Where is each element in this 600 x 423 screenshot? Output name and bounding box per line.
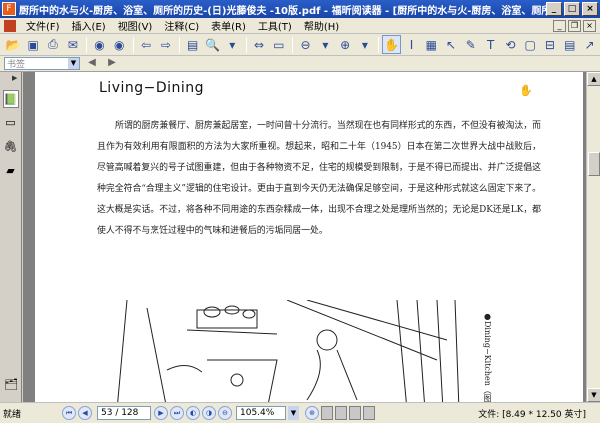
highlight-icon[interactable]: ✎ [461,35,480,54]
layers-panel-icon[interactable]: ▰ [3,162,19,180]
back-arrow-icon[interactable]: ⇦ [137,35,156,54]
expand-sidebar-icon[interactable]: ▶ [12,74,17,82]
page-forward-icon[interactable]: ◉ [110,35,129,54]
bookmarks-panel-icon[interactable]: 📗 [2,90,19,108]
page-back-icon[interactable]: ◉ [90,35,109,54]
select-text-icon[interactable]: Ⅰ [402,35,421,54]
history-back-button[interactable]: ◐ [186,406,200,420]
actual-size-icon[interactable]: ▭ [269,35,288,54]
page-number-input[interactable]: 53 / 128 [97,406,151,420]
note-icon[interactable]: ▤ [560,35,579,54]
document-view[interactable]: Living−Dining ✋ 所谓的厨房兼餐厅、厨房兼起居室，一时间曾十分流行… [23,72,586,402]
window-title: 厨所中的水与火-厨房、浴室、厕所的历史-(日)光藤俊夫 -10版.pdf - 福… [19,5,546,17]
bookmark-search-input[interactable]: 书签 ▼ [4,57,80,70]
rotate-icon[interactable]: ⟲ [501,35,520,54]
snapshot-icon[interactable]: ▦ [422,35,441,54]
scroll-up-button[interactable]: ▲ [587,72,600,86]
status-bar: 就绪 ⏮ ◀ 53 / 128 ▶ ⏭ ◐ ◑ ⊖ 105.4% ▼ ⊕ 文件:… [0,402,600,423]
typewriter-icon[interactable]: T [481,35,500,54]
tools-panel-icon[interactable]: 🗂 [3,376,19,394]
status-text: 就绪 [3,409,22,420]
bookmark-tool-icon[interactable]: ⊟ [541,35,560,54]
prev-page-button[interactable]: ◀ [78,406,92,420]
search-prev-icon[interactable]: ◀ [84,57,100,71]
zoom-in-dropdown-icon[interactable]: ▾ [356,35,375,54]
zoom-in-status-icon[interactable]: ⊕ [305,406,319,420]
menu-form[interactable]: 表单(R) [205,18,252,33]
menu-insert[interactable]: 插入(E) [66,18,112,33]
forward-arrow-icon[interactable]: ⇨ [156,35,175,54]
zoom-chevron-down-icon[interactable]: ▼ [288,406,299,420]
zoom-status-icon[interactable]: ⊖ [218,406,232,420]
fit-width-icon[interactable]: ⇔ [250,35,269,54]
body-paragraph: 所谓的厨房兼餐厅、厨房兼起居室，一时间曾十分流行。当然现在也有同样形式的东西，不… [97,121,541,236]
single-page-view-button[interactable] [321,406,333,420]
last-page-button[interactable]: ⏭ [170,406,184,420]
continuous-facing-view-button[interactable] [363,406,375,420]
next-page-button[interactable]: ▶ [154,406,168,420]
page-heading: Living−Dining [99,80,205,96]
close-button[interactable]: × [582,2,598,16]
doc-minimize-button[interactable]: _ [553,19,566,32]
open-icon[interactable]: 📂 [4,35,23,54]
menu-file[interactable]: 文件(F) [20,18,66,33]
pages-panel-icon[interactable]: ▭ [3,114,19,132]
figure-caption: ●Dining−Kitchen（图 [483,312,492,402]
menu-comment[interactable]: 注释(C) [158,18,205,33]
main-toolbar: 📂 ▣ ⎙ ✉ ◉ ◉ ⇦ ⇨ ▤ 🔍 ▾ ⇔ ▭ ⊖ ▾ ⊕ ▾ ✋ Ⅰ ▦ … [0,34,600,56]
zoom-in-icon[interactable]: ⊕ [336,35,355,54]
email-icon[interactable]: ✉ [63,35,82,54]
secondary-toolbar: 书签 ▼ ◀ ▶ [0,56,600,72]
pdf-page[interactable]: Living−Dining ✋ 所谓的厨房兼餐厅、厨房兼起居室，一时间曾十分流行… [35,72,583,402]
save-icon[interactable]: ▣ [24,35,43,54]
menu-bar: 文件(F) 插入(E) 视图(V) 注释(C) 表单(R) 工具(T) 帮助(H… [0,18,600,34]
hand-cursor-icon: ✋ [519,84,533,97]
zoom-dropdown-icon[interactable]: ▾ [223,35,242,54]
app-icon: F [2,2,16,16]
document-icon[interactable] [4,19,16,32]
history-forward-button[interactable]: ◑ [202,406,216,420]
first-page-button[interactable]: ⏮ [62,406,76,420]
chevron-down-icon[interactable]: ▼ [68,58,79,69]
vertical-scrollbar[interactable]: ▲ ▼ [586,72,600,402]
doc-close-button[interactable]: × [583,19,596,32]
continuous-view-button[interactable] [335,406,347,420]
pencil-icon[interactable]: ↗ [580,35,599,54]
zoom-out-dropdown-icon[interactable]: ▾ [316,35,335,54]
title-bar: F 厨所中的水与火-厨房、浴室、厕所的历史-(日)光藤俊夫 -10版.pdf -… [0,0,600,18]
hand-tool-icon[interactable]: ✋ [382,35,402,54]
print-icon[interactable]: ⎙ [44,35,63,54]
facing-view-button[interactable] [349,406,361,420]
zoom-level-input[interactable]: 105.4% [236,406,286,420]
navigation-sidebar: ▶ 📗 ▭ 🖇 ▰ 🗂 [0,72,22,402]
select-tool-icon[interactable]: ↖ [442,35,461,54]
search-next-icon[interactable]: ▶ [104,57,120,71]
menu-view[interactable]: 视图(V) [112,18,159,33]
zoom-icon[interactable]: 🔍 [203,35,222,54]
maximize-button[interactable]: □ [564,2,580,16]
attachments-panel-icon[interactable]: 🖇 [3,138,19,156]
doc-restore-button[interactable]: ❐ [568,19,581,32]
menu-help[interactable]: 帮助(H) [298,18,345,33]
kitchen-illustration [117,300,460,402]
fit-page-icon[interactable]: ▤ [183,35,202,54]
minimize-button[interactable]: _ [546,2,562,16]
scroll-down-button[interactable]: ▼ [587,388,600,402]
comment-icon[interactable]: ▢ [521,35,540,54]
scroll-thumb[interactable] [588,152,600,176]
document-size: 文件: [8.49 * 12.50 英寸] [478,409,586,420]
bookmark-search-placeholder: 书签 [7,60,26,70]
zoom-out-icon[interactable]: ⊖ [296,35,315,54]
menu-tools[interactable]: 工具(T) [252,18,298,33]
